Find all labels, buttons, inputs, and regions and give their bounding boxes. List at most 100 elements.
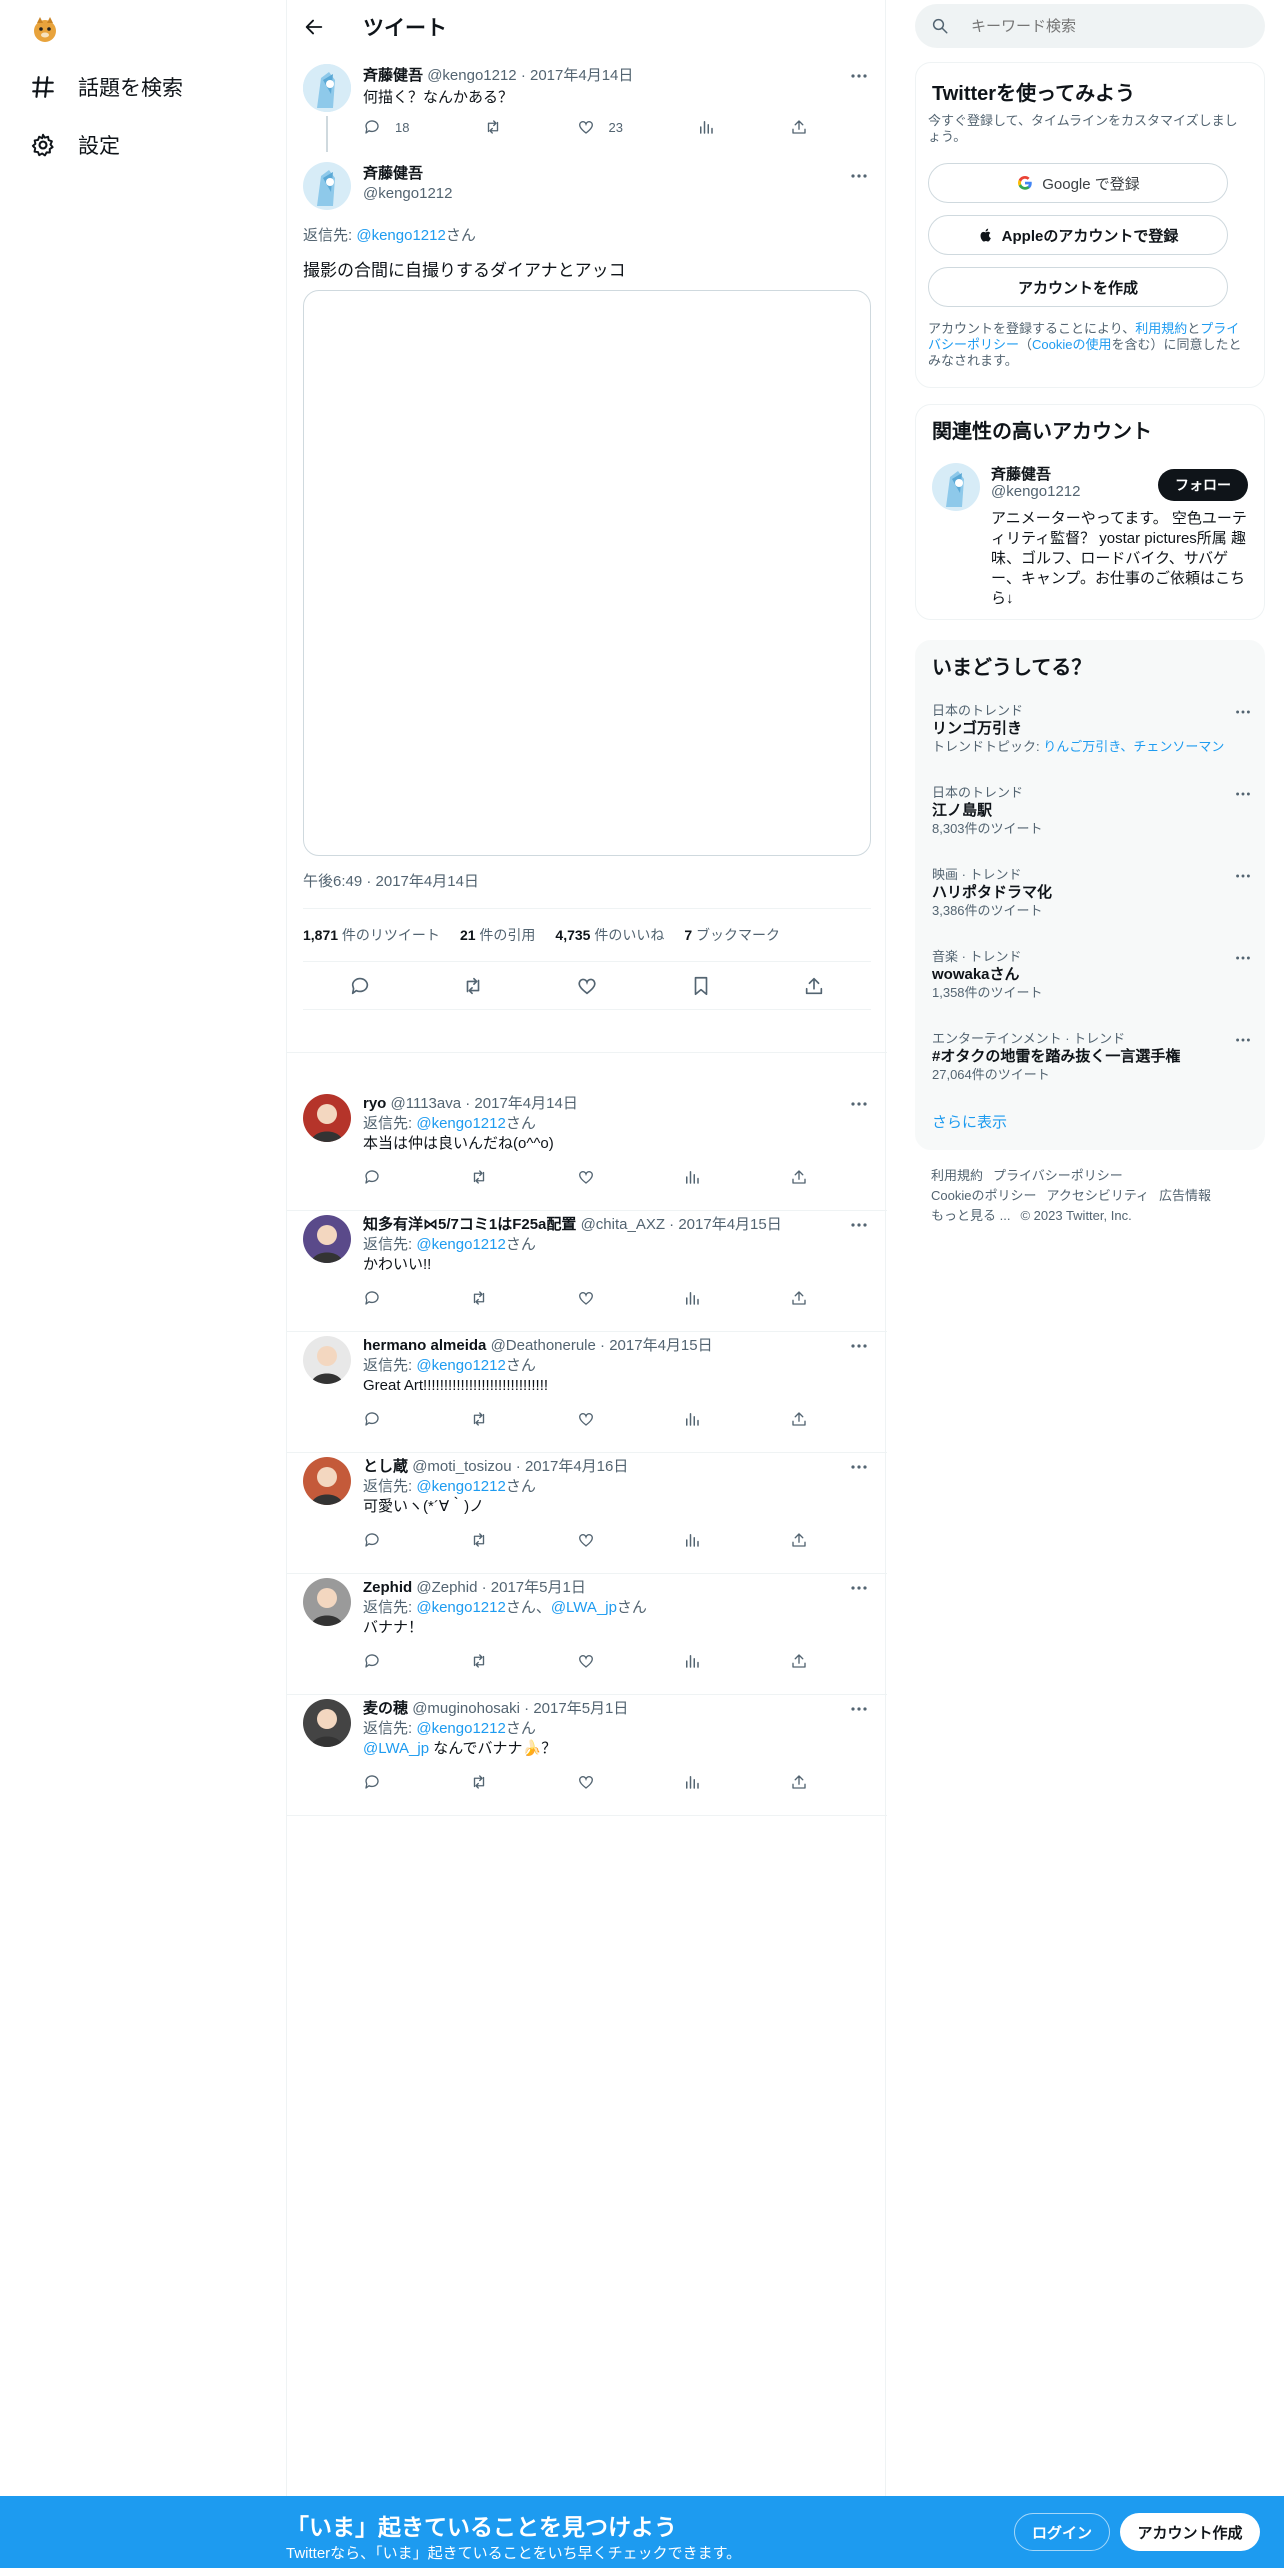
author-handle[interactable]: @Deathonerule	[491, 1337, 596, 1354]
reply-button[interactable]: 18	[363, 118, 409, 136]
heart-icon[interactable]	[576, 975, 598, 997]
avatar[interactable]	[303, 1578, 351, 1626]
tweet-date[interactable]: 2017年4月15日	[609, 1337, 712, 1354]
author-name[interactable]: 麦の穂	[363, 1700, 408, 1717]
trend-item[interactable]: 日本のトレンド リンゴ万引き トレンドトピック: りんご万引き、チェンソーマン	[932, 703, 1252, 755]
tweet-date[interactable]: 2017年4月16日	[525, 1458, 628, 1475]
app-logo[interactable]	[30, 14, 60, 44]
share-button[interactable]	[790, 1531, 808, 1549]
more-icon[interactable]	[849, 166, 869, 186]
trend-item[interactable]: 映画 · トレンド ハリポタドラマ化 3,386件のツイート	[932, 867, 1252, 919]
like-button[interactable]	[577, 1652, 595, 1670]
avatar[interactable]	[303, 64, 351, 112]
share-button[interactable]	[790, 1168, 808, 1186]
reply-button[interactable]	[363, 1168, 381, 1186]
bookmark-icon[interactable]	[690, 975, 712, 997]
reply-to-link[interactable]: @kengo1212	[416, 1115, 505, 1132]
author-handle[interactable]: @1113ava	[391, 1095, 462, 1112]
like-button[interactable]	[577, 1168, 595, 1186]
quote-stat[interactable]: 21 件の引用	[460, 925, 535, 945]
create-account-button[interactable]: アカウントを作成	[928, 267, 1228, 307]
retweet-icon[interactable]	[462, 975, 484, 997]
reply-icon[interactable]	[349, 975, 371, 997]
terms-link[interactable]: 利用規約	[1135, 321, 1187, 336]
reply-to-link[interactable]: @kengo1212	[416, 1720, 505, 1737]
parent-tweet[interactable]: 斉藤健吾 @kengo1212 · 2017年4月14日 何描く？なんかある？ …	[287, 62, 887, 152]
more-icon[interactable]	[1234, 703, 1252, 721]
views-button[interactable]	[683, 1168, 701, 1186]
footer-accessibility[interactable]: アクセシビリティ	[1046, 1186, 1149, 1206]
author-handle[interactable]: @kengo1212	[427, 67, 516, 84]
reply-tweet[interactable]: hermano almeida @Deathonerule · 2017年4月1…	[287, 1332, 887, 1453]
tweet-date[interactable]: 2017年5月1日	[491, 1579, 586, 1596]
show-more-link[interactable]: さらに表示	[932, 1111, 1007, 1132]
like-button[interactable]	[577, 1289, 595, 1307]
more-icon[interactable]	[1234, 867, 1252, 885]
reply-to-link[interactable]: @kengo1212	[416, 1478, 505, 1495]
retweet-button[interactable]	[470, 1410, 488, 1428]
footer-terms[interactable]: 利用規約	[931, 1166, 983, 1186]
reply-button[interactable]	[363, 1773, 381, 1791]
footer-cookie[interactable]: Cookieのポリシー	[931, 1186, 1036, 1206]
trend-item[interactable]: 音楽 · トレンド wowakaさん 1,358件のツイート	[932, 949, 1252, 1001]
author-name[interactable]: とし蔵	[363, 1458, 408, 1475]
more-icon[interactable]	[849, 1336, 869, 1356]
more-icon[interactable]	[1234, 785, 1252, 803]
tweet-date[interactable]: 2017年4月14日	[474, 1095, 577, 1112]
reply-to-link[interactable]: @LWA_jp	[551, 1599, 617, 1616]
more-icon[interactable]	[849, 1457, 869, 1477]
trend-item[interactable]: 日本のトレンド 江ノ島駅 8,303件のツイート	[932, 785, 1252, 837]
footer-more[interactable]: もっと見る ...	[931, 1206, 1010, 1226]
reply-button[interactable]	[363, 1531, 381, 1549]
tweet-date[interactable]: 2017年4月15日	[678, 1216, 781, 1233]
reply-to-link[interactable]: @kengo1212	[416, 1236, 505, 1253]
author-name[interactable]: ryo	[363, 1095, 386, 1112]
more-icon[interactable]	[1234, 949, 1252, 967]
mention-link[interactable]: @LWA_jp	[363, 1740, 429, 1757]
signup-button[interactable]: アカウント作成	[1120, 2513, 1260, 2551]
share-button[interactable]	[790, 1289, 808, 1307]
retweet-stat[interactable]: 1,871 件のリツイート	[303, 925, 440, 945]
reply-to-link[interactable]: @kengo1212	[416, 1599, 505, 1616]
views-button[interactable]	[683, 1410, 701, 1428]
author-handle[interactable]: @chita_AXZ	[581, 1216, 665, 1233]
retweet-button[interactable]	[470, 1168, 488, 1186]
avatar[interactable]	[932, 463, 980, 511]
like-stat[interactable]: 4,735 件のいいね	[555, 925, 664, 945]
search-box[interactable]	[915, 4, 1265, 48]
views-button[interactable]	[683, 1773, 701, 1791]
like-button[interactable]: 23	[577, 118, 623, 136]
author-handle[interactable]: @moti_tosizou	[412, 1458, 511, 1475]
like-button[interactable]	[577, 1531, 595, 1549]
reply-tweet[interactable]: Zephid @Zephid · 2017年5月1日 返信先: @kengo121…	[287, 1574, 887, 1695]
reply-tweet[interactable]: 麦の穂 @muginohosaki · 2017年5月1日 返信先: @kengo…	[287, 1695, 887, 1816]
back-arrow-icon[interactable]	[303, 16, 325, 38]
like-button[interactable]	[577, 1410, 595, 1428]
nav-explore[interactable]: 話題を検索	[30, 72, 183, 102]
apple-signup-button[interactable]: Appleのアカウントで登録	[928, 215, 1228, 255]
views-button[interactable]	[683, 1652, 701, 1670]
footer-privacy[interactable]: プライバシーポリシー	[993, 1166, 1123, 1186]
reply-tweet[interactable]: 知多有洋⋈5/7コミ1はF25a配置 @chita_AXZ · 2017年4月1…	[287, 1211, 887, 1332]
retweet-button[interactable]	[470, 1652, 488, 1670]
more-icon[interactable]	[849, 1578, 869, 1598]
share-button[interactable]	[790, 1652, 808, 1670]
more-icon[interactable]	[849, 66, 869, 86]
author-handle[interactable]: @Zephid	[416, 1579, 477, 1596]
avatar[interactable]	[303, 1094, 351, 1142]
trend-item[interactable]: エンターテインメント · トレンド #オタクの地雷を踏み抜く一言選手権 27,064…	[932, 1031, 1252, 1083]
views-button[interactable]	[697, 118, 715, 136]
reply-to-link[interactable]: @kengo1212	[416, 1357, 505, 1374]
more-icon[interactable]	[849, 1215, 869, 1235]
more-icon[interactable]	[849, 1699, 869, 1719]
views-button[interactable]	[683, 1531, 701, 1549]
login-button[interactable]: ログイン	[1014, 2513, 1110, 2551]
share-button[interactable]	[790, 1410, 808, 1428]
reply-button[interactable]	[363, 1410, 381, 1428]
tweet-date[interactable]: 2017年5月1日	[533, 1700, 628, 1717]
avatar[interactable]	[303, 1336, 351, 1384]
footer-ads[interactable]: 広告情報	[1159, 1186, 1211, 1206]
related-handle[interactable]: @kengo1212	[991, 483, 1080, 500]
author-handle[interactable]: @kengo1212	[363, 184, 871, 204]
author-name[interactable]: hermano almeida	[363, 1337, 486, 1354]
